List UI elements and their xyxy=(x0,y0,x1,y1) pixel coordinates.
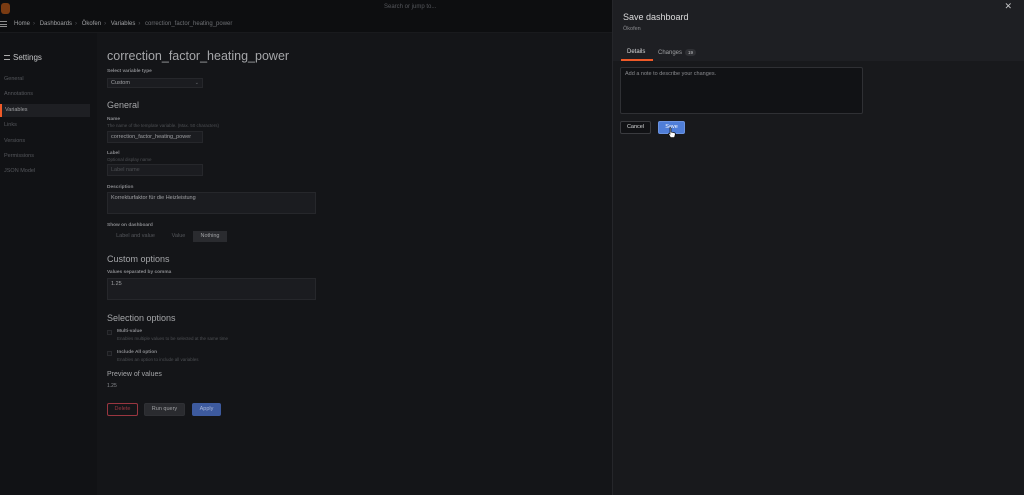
name-hint: The name of the template variable. (Max.… xyxy=(107,123,220,128)
breadcrumb: Home › Dashboards › Ökofen › Variables › cor… xyxy=(14,21,235,27)
search-input[interactable]: Search or jump to... xyxy=(384,4,436,10)
label-input[interactable]: Label name xyxy=(107,164,203,176)
breadcrumb-separator: › xyxy=(138,21,141,27)
apply-button[interactable]: Apply xyxy=(192,403,221,416)
sidebar-item-permissions[interactable]: Permissions xyxy=(0,150,90,163)
variable-type-select[interactable]: Custom ⌄ xyxy=(107,78,203,88)
chevron-down-icon: ⌄ xyxy=(194,80,199,86)
values-label: Values separated by comma xyxy=(107,270,172,275)
drawer-title: Save dashboard xyxy=(623,12,689,22)
general-heading: General xyxy=(107,100,140,110)
description-label: Description xyxy=(107,185,134,190)
settings-title: Settings xyxy=(4,53,42,62)
breadcrumb-dashboard[interactable]: Ökofen xyxy=(82,21,101,27)
sidebar-item-json-model[interactable]: JSON Model xyxy=(0,165,90,178)
grafana-logo-icon[interactable] xyxy=(1,3,10,14)
radio-nothing[interactable]: Nothing xyxy=(193,231,227,242)
changes-count-badge: 19 xyxy=(685,49,697,56)
breadcrumb-separator: › xyxy=(75,21,78,27)
top-bar: Search or jump to... xyxy=(0,0,612,17)
show-on-dashboard-label: Show on dashboard xyxy=(107,223,153,228)
settings-sidebar: Settings General Annotations Variables L… xyxy=(0,33,97,495)
app-root: Search or jump to... Home › Dashboards › Ö… xyxy=(0,0,1024,495)
custom-options-heading: Custom options xyxy=(107,254,170,264)
radio-value[interactable]: Value xyxy=(166,231,191,242)
sidebar-item-versions[interactable]: Versions xyxy=(0,135,90,148)
tab-changes[interactable]: Changes 19 xyxy=(658,49,697,56)
menu-icon[interactable] xyxy=(0,21,7,27)
variable-editor: correction_factor_heating_power Select v… xyxy=(97,33,612,495)
breadcrumb-separator: › xyxy=(33,21,36,27)
breadcrumb-home[interactable]: Home xyxy=(14,21,30,27)
page-title: correction_factor_heating_power xyxy=(107,49,290,63)
drawer-header: Save dashboard Ökofen ✕ Details Changes 1… xyxy=(613,0,1024,61)
mouse-pointer-icon xyxy=(668,127,676,138)
description-input[interactable]: Korrekturfaktor für die Heizleistung xyxy=(107,192,316,214)
multi-value-hint: Enables multiple values to be selected a… xyxy=(117,336,229,341)
cancel-button[interactable]: Cancel xyxy=(620,121,651,134)
include-all-hint: Enables an option to include all variabl… xyxy=(117,357,199,362)
breadcrumb-current: correction_factor_heating_power xyxy=(145,21,233,27)
name-input[interactable]: correction_factor_heating_power xyxy=(107,131,203,143)
tab-details[interactable]: Details xyxy=(627,49,645,55)
tab-changes-label: Changes xyxy=(658,50,683,56)
breadcrumb-separator: › xyxy=(104,21,107,27)
breadcrumb-variables[interactable]: Variables xyxy=(111,21,136,27)
include-all-checkbox[interactable] xyxy=(107,351,112,356)
label-hint: Optional display name xyxy=(107,157,152,162)
name-label: Name xyxy=(107,117,121,122)
include-all-label: Include All option xyxy=(117,350,158,355)
sidebar-item-links[interactable]: Links xyxy=(0,119,90,132)
settings-title-label: Settings xyxy=(13,53,42,62)
save-note-textarea[interactable]: Add a note to describe your changes. xyxy=(620,67,863,114)
multi-value-label: Multi-value xyxy=(117,329,143,334)
preview-heading: Preview of values xyxy=(107,371,162,378)
run-query-button[interactable]: Run query xyxy=(144,403,185,416)
active-tab-indicator xyxy=(621,59,653,61)
drawer-subtitle: Ökofen xyxy=(623,26,641,32)
save-dashboard-drawer: Save dashboard Ökofen ✕ Details Changes 1… xyxy=(612,0,1024,495)
label-label: Label xyxy=(107,151,120,156)
variable-type-label: Select variable type xyxy=(107,69,152,74)
settings-icon xyxy=(4,55,10,60)
nav-bar: Home › Dashboards › Ökofen › Variables › cor… xyxy=(0,17,612,33)
values-input[interactable]: 1.25 xyxy=(107,278,316,300)
preview-value: 1.25 xyxy=(107,383,117,389)
delete-button[interactable]: Delete xyxy=(107,403,138,416)
sidebar-item-general[interactable]: General xyxy=(0,73,90,86)
close-icon[interactable]: ✕ xyxy=(1004,2,1012,11)
multi-value-checkbox[interactable] xyxy=(107,330,112,335)
sidebar-item-annotations[interactable]: Annotations xyxy=(0,88,90,101)
radio-label-and-value[interactable]: Label and value xyxy=(107,231,164,242)
breadcrumb-dashboards[interactable]: Dashboards xyxy=(40,21,72,27)
variable-type-value: Custom xyxy=(111,80,130,86)
selection-options-heading: Selection options xyxy=(107,313,176,323)
sidebar-item-variables[interactable]: Variables xyxy=(0,104,90,117)
